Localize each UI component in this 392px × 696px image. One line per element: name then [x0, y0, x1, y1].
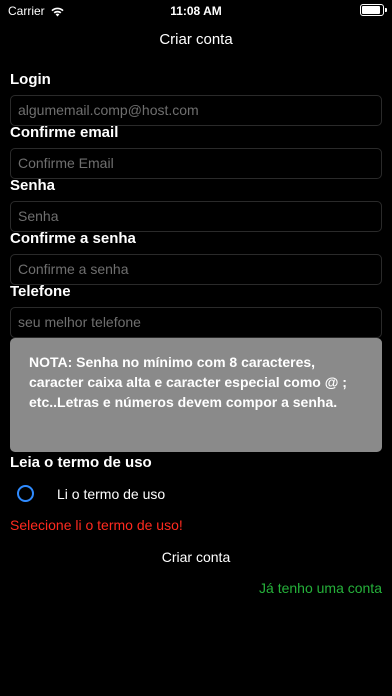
terms-radio-button[interactable]: [17, 485, 34, 502]
battery-fill: [362, 6, 381, 14]
password-input[interactable]: Senha: [10, 201, 382, 232]
password-note-text: NOTA: Senha no mínimo com 8 caracteres, …: [29, 354, 347, 410]
terms-heading: Leia o termo de uso: [10, 454, 152, 471]
phone-input[interactable]: seu melhor telefone: [10, 307, 382, 338]
status-time: 11:08 AM: [170, 4, 222, 18]
password-group: Senha Senha: [10, 176, 382, 232]
terms-error-message: Selecione li o termo de uso!: [10, 517, 183, 533]
password-note-box: NOTA: Senha no mínimo com 8 caracteres, …: [10, 338, 382, 452]
terms-radio-label[interactable]: Li o termo de uso: [57, 486, 165, 502]
create-account-button[interactable]: Criar conta: [0, 549, 392, 565]
confirm-password-label: Confirme a senha: [10, 230, 136, 247]
battery-icon: [360, 4, 387, 16]
confirm-email-group: Confirme email Confirme Email: [10, 123, 382, 179]
terms-radio-row[interactable]: Li o termo de uso: [17, 485, 165, 502]
confirm-password-group: Confirme a senha Confirme a senha: [10, 229, 382, 285]
phone-placeholder: seu melhor telefone: [18, 314, 141, 330]
signup-form: Login algumemail.comp@host.com Confirme …: [10, 70, 382, 338]
login-label: Login: [10, 71, 51, 88]
confirm-password-placeholder: Confirme a senha: [18, 261, 129, 277]
confirm-email-input[interactable]: Confirme Email: [10, 148, 382, 179]
confirm-email-label: Confirme email: [10, 124, 119, 141]
have-account-link[interactable]: Já tenho uma conta: [259, 580, 382, 596]
password-label: Senha: [10, 177, 56, 194]
password-placeholder: Senha: [18, 208, 59, 224]
login-group: Login algumemail.comp@host.com: [10, 70, 382, 126]
confirm-password-input[interactable]: Confirme a senha: [10, 254, 382, 285]
status-bar: Carrier 11:08 AM: [0, 0, 392, 22]
confirm-email-placeholder: Confirme Email: [18, 155, 114, 171]
phone-group: Telefone seu melhor telefone: [10, 282, 382, 338]
page-title: Criar conta: [159, 31, 233, 48]
login-input[interactable]: algumemail.comp@host.com: [10, 95, 382, 126]
login-placeholder: algumemail.comp@host.com: [18, 102, 199, 118]
phone-label: Telefone: [10, 283, 71, 300]
